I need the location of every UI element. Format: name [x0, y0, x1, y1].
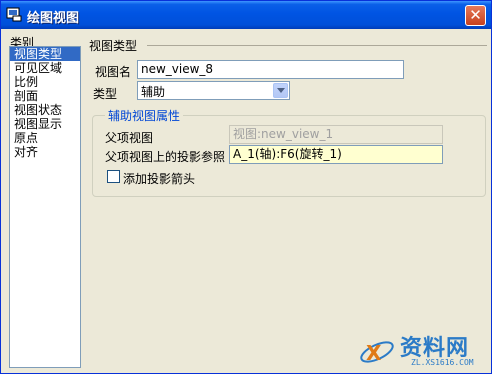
view-type-section-label: 视图类型 — [89, 39, 138, 53]
drawing-view-dialog: 绘图视图 ✕ 类别 视图类型 可见区域 比例 剖面 视图状态 视图显示 原点 对… — [0, 0, 492, 374]
add-projection-arrow-checkbox[interactable] — [107, 170, 120, 183]
window-title: 绘图视图 — [27, 11, 80, 26]
view-name-label: 视图名 — [95, 65, 132, 79]
parent-view-label: 父项视图 — [105, 131, 154, 145]
category-item-view-display[interactable]: 视图显示 — [10, 117, 80, 131]
parent-view-field: 视图:new_view_1 — [229, 125, 443, 144]
category-item-origin[interactable]: 原点 — [10, 131, 80, 145]
add-projection-arrow-label[interactable]: 添加投影箭头 — [123, 170, 195, 187]
type-select[interactable]: 辅助 — [137, 81, 290, 100]
view-name-input[interactable]: new_view_8 — [137, 60, 404, 79]
projection-reference-field[interactable]: A_1(轴):F6(旋转_1) — [229, 145, 443, 164]
projection-reference-label: 父项视图上的投影参照 — [105, 150, 226, 164]
category-item-view-type[interactable]: 视图类型 — [10, 47, 80, 61]
category-item-section[interactable]: 剖面 — [10, 89, 80, 103]
type-select-value: 辅助 — [141, 85, 166, 99]
category-item-scale[interactable]: 比例 — [10, 75, 80, 89]
close-icon: ✕ — [469, 6, 482, 24]
close-button[interactable]: ✕ — [465, 5, 486, 26]
category-item-view-states[interactable]: 视图状态 — [10, 103, 80, 117]
category-item-alignment[interactable]: 对齐 — [10, 145, 80, 159]
watermark-logo-icon: X — [360, 341, 394, 365]
chevron-down-icon[interactable] — [273, 83, 288, 98]
app-icon — [6, 7, 22, 22]
svg-text:X: X — [366, 341, 382, 365]
watermark-url: ZL.XS1616.COM — [411, 358, 474, 367]
type-label: 类型 — [93, 87, 118, 101]
section-divider — [147, 45, 487, 46]
title-bar[interactable]: 绘图视图 ✕ — [1, 1, 491, 29]
category-list[interactable]: 视图类型 可见区域 比例 剖面 视图状态 视图显示 原点 对齐 — [9, 46, 81, 368]
category-item-visible-area[interactable]: 可见区域 — [10, 61, 80, 75]
aux-view-properties-title: 辅助视图属性 — [105, 107, 184, 124]
